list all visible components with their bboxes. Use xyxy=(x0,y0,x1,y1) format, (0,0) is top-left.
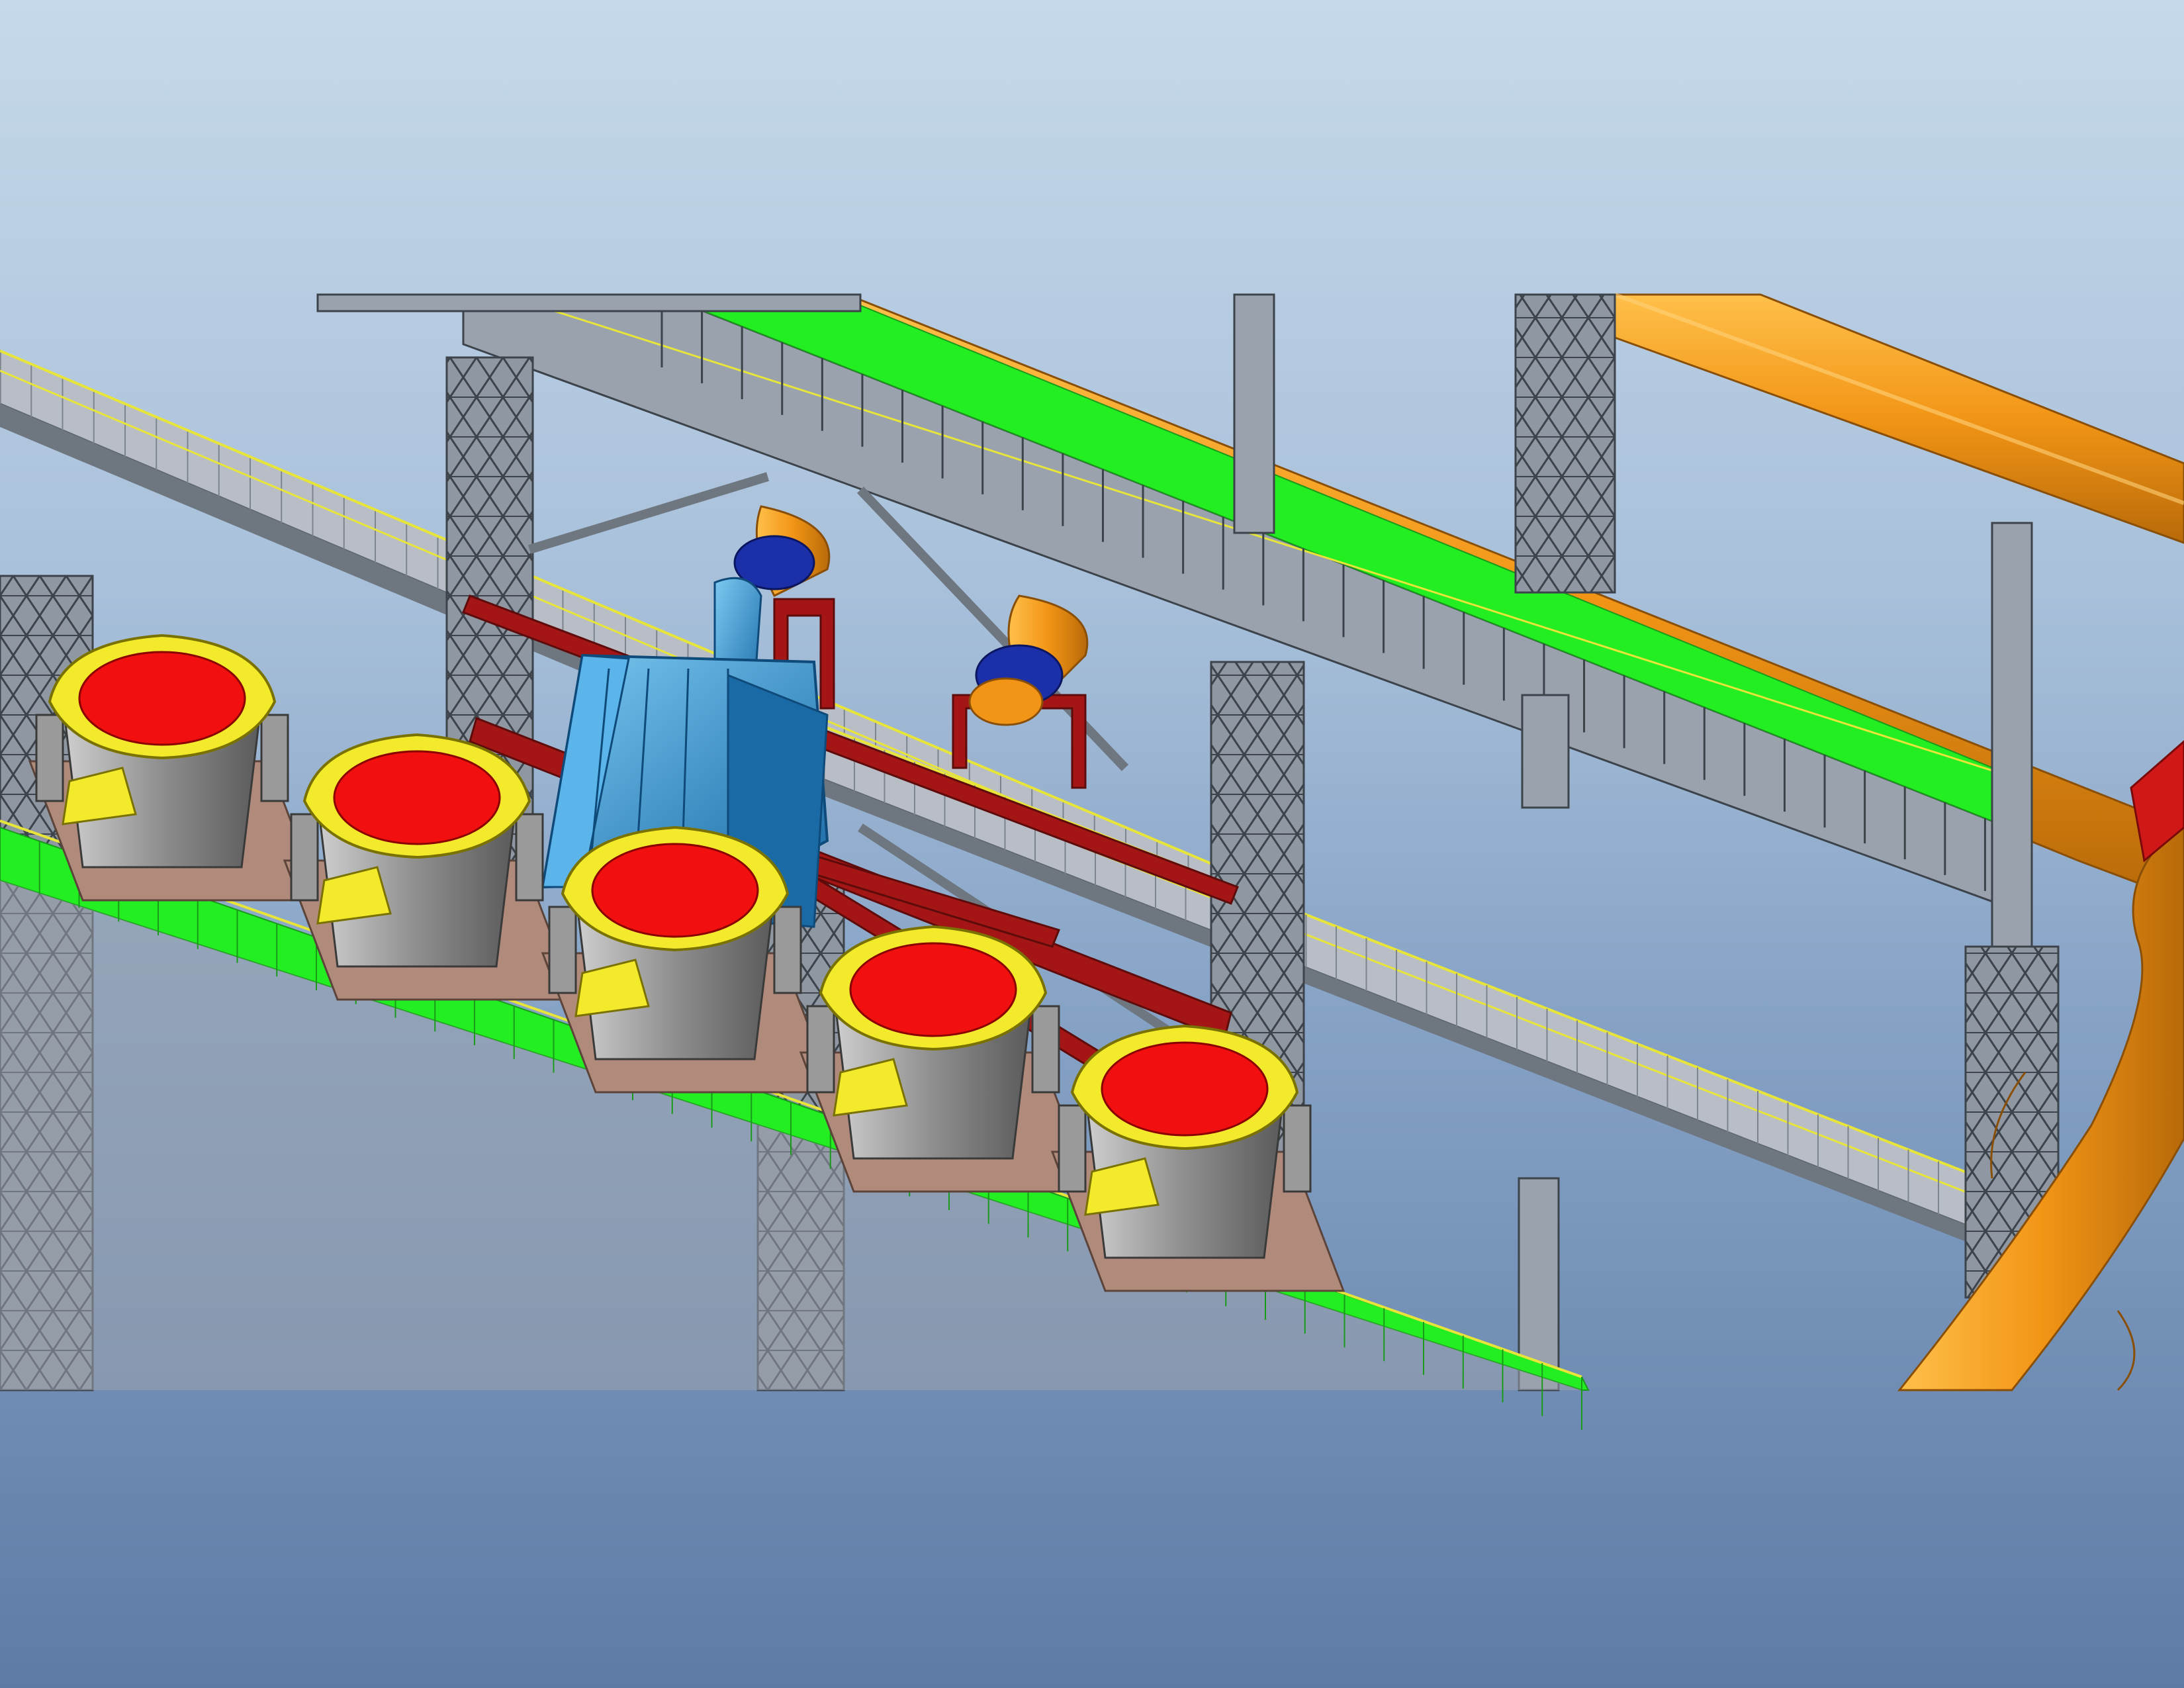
viewport-lower-margin xyxy=(0,1390,2184,1688)
cad-3d-scene xyxy=(0,293,2184,1688)
column-right xyxy=(1964,522,2060,1299)
top-frame-beam xyxy=(316,293,862,312)
far-orange-pipe xyxy=(1614,293,2184,544)
ladle xyxy=(28,633,323,902)
cad-viewport[interactable] xyxy=(0,0,2184,1688)
